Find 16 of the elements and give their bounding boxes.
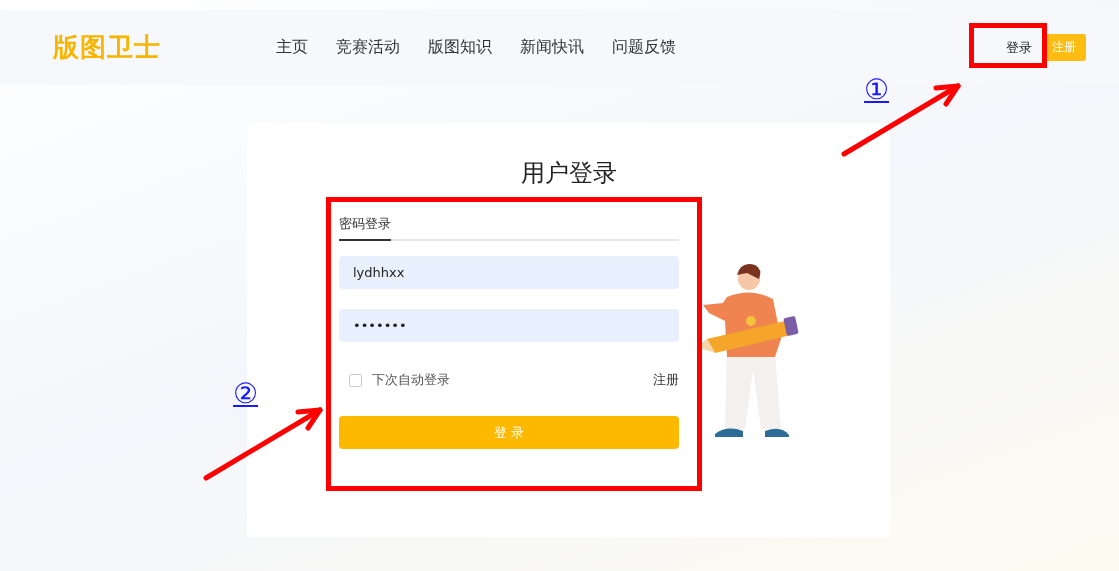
nav-link[interactable]: 问题反馈 bbox=[612, 37, 676, 59]
logo-text: 版图卫士 bbox=[53, 31, 162, 65]
nav-link[interactable]: 竞赛活动 bbox=[336, 37, 400, 59]
nav-link[interactable]: 主页 bbox=[276, 37, 308, 59]
step-number: ② bbox=[233, 380, 258, 408]
remember-label: 下次自动登录 bbox=[372, 371, 451, 390]
login-tab[interactable]: 密码登录 bbox=[339, 207, 391, 242]
password-field[interactable]: ••••••• bbox=[339, 309, 679, 343]
nav-link[interactable]: 新闻快讯 bbox=[520, 37, 584, 59]
nav-link[interactable]: 版图知识 bbox=[428, 37, 492, 59]
remember-checkbox[interactable] bbox=[349, 373, 362, 387]
step-number: ① bbox=[864, 76, 889, 104]
card-title: 用户登录 bbox=[519, 158, 618, 190]
register-link[interactable]: 注册 bbox=[653, 371, 679, 390]
username-field[interactable]: lydhhxx bbox=[339, 256, 679, 290]
login-link[interactable]: 登录 bbox=[1006, 38, 1032, 57]
